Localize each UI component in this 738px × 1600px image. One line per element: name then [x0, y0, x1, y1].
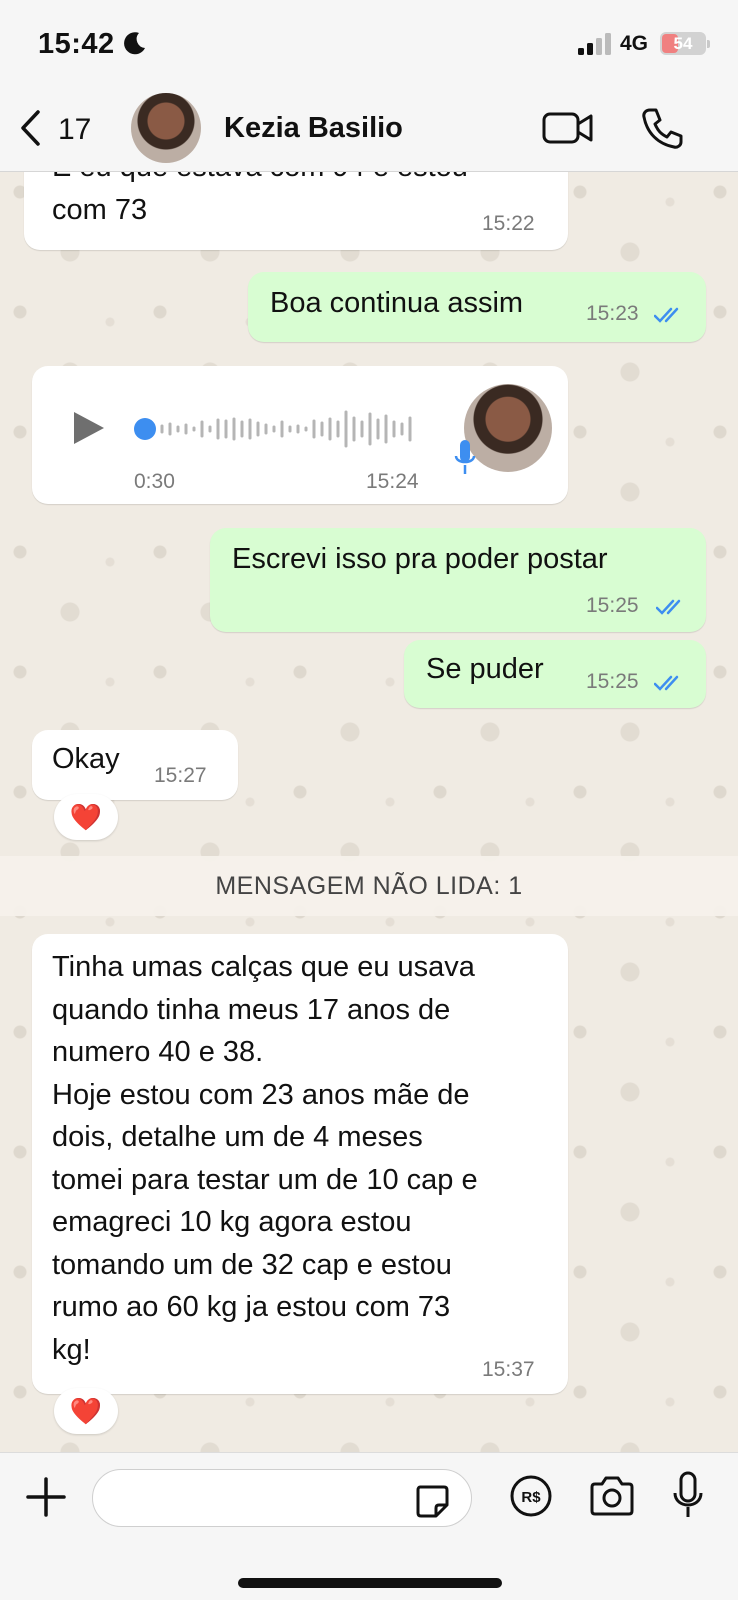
moon-icon: [124, 32, 145, 55]
video-call-icon[interactable]: [542, 110, 594, 146]
reaction-heart[interactable]: ❤️: [54, 794, 118, 840]
message-bubble-incoming[interactable]: Okay 15:27: [32, 730, 238, 800]
message-time: 15:24: [366, 470, 419, 493]
sticker-icon[interactable]: [414, 1483, 450, 1519]
signal-icon: [578, 33, 611, 55]
microphone-icon: [454, 440, 476, 474]
svg-text:R$: R$: [521, 1489, 541, 1506]
status-bar: 15:42 4G 54: [0, 0, 738, 86]
network-label: 4G: [620, 32, 649, 55]
audio-waveform[interactable]: [160, 408, 420, 450]
read-ticks-icon: [654, 307, 679, 323]
contact-avatar[interactable]: [131, 93, 201, 163]
message-text: Boa continua assim: [270, 287, 524, 319]
unread-messages-divider: MENSAGEM NÃO LIDA: 1: [0, 856, 738, 916]
battery-level: 54: [673, 34, 693, 53]
message-text: Tinha umas calças que eu usava quando ti…: [52, 951, 478, 1366]
read-ticks-icon: [656, 599, 681, 615]
voice-duration: 0:30: [134, 470, 175, 493]
playback-position-handle[interactable]: [134, 418, 156, 440]
message-time: 15:37: [482, 1358, 535, 1381]
contact-name[interactable]: Kezia Basilio: [224, 112, 403, 145]
message-time: 15:23: [586, 302, 639, 325]
camera-icon[interactable]: [588, 1475, 636, 1517]
message-bubble-incoming[interactable]: Tinha umas calças que eu usava quando ti…: [32, 934, 568, 1394]
message-text: Se puder: [426, 653, 544, 685]
composer-bar: R$: [0, 1452, 738, 1600]
voice-call-icon[interactable]: [640, 106, 684, 150]
reaction-heart[interactable]: ❤️: [54, 1388, 118, 1434]
message-time: 15:22: [482, 212, 535, 235]
status-time: 15:42: [38, 28, 115, 60]
battery-icon: 54: [660, 32, 706, 55]
payment-icon[interactable]: R$: [510, 1475, 552, 1517]
play-icon[interactable]: [72, 410, 106, 446]
message-text: Okay: [52, 743, 120, 775]
message-time: 15:25: [586, 594, 639, 617]
message-bubble-outgoing[interactable]: Escrevi isso pra poder postar 15:25: [210, 528, 706, 632]
message-time: 15:25: [586, 670, 639, 693]
message-bubble-outgoing[interactable]: Boa continua assim 15:23: [248, 272, 706, 342]
unread-chats-count[interactable]: 17: [58, 113, 91, 147]
microphone-icon[interactable]: [672, 1471, 704, 1521]
message-time: 15:27: [154, 764, 207, 787]
chat-header-overlay: 17 Kezia Basilio: [0, 86, 738, 172]
message-text: Escrevi isso pra poder postar: [232, 543, 608, 575]
plus-icon[interactable]: [26, 1477, 66, 1517]
read-ticks-icon: [654, 675, 679, 691]
back-chevron-icon[interactable]: [18, 108, 44, 148]
message-bubble-outgoing[interactable]: Se puder 15:25: [404, 640, 706, 708]
home-indicator[interactable]: [238, 1578, 502, 1588]
